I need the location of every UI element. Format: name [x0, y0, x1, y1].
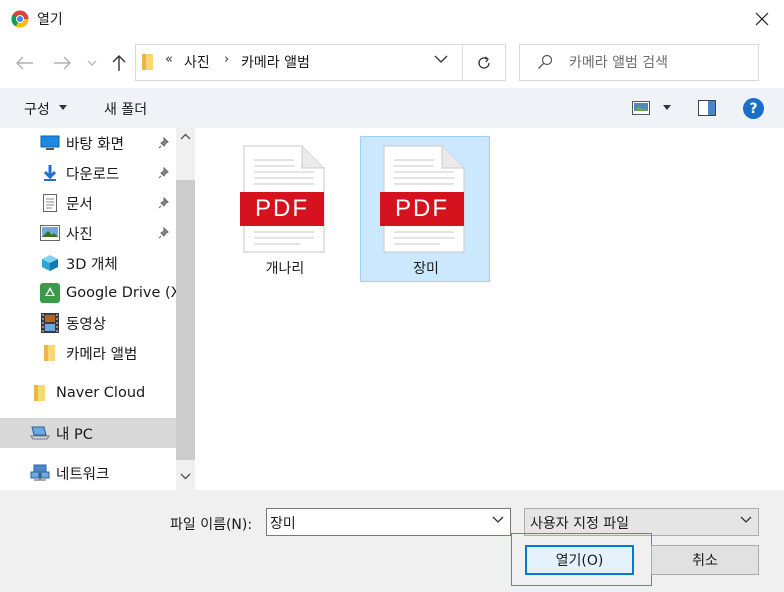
- close-button[interactable]: [740, 0, 784, 38]
- organize-menu[interactable]: 구성: [24, 99, 50, 119]
- view-dropdown-icon[interactable]: [663, 105, 671, 110]
- title-bar: 열기: [0, 0, 784, 38]
- sidebar-item-this-pc[interactable]: 내 PC: [0, 418, 176, 448]
- filename-value[interactable]: 장미: [270, 513, 296, 533]
- pdf-file-icon: PDF: [380, 145, 465, 253]
- pdf-file-icon: PDF: [240, 145, 325, 253]
- breadcrumb-item[interactable]: 카메라 앨범: [241, 52, 310, 72]
- search-placeholder: 카메라 앨범 검색: [569, 55, 669, 71]
- breadcrumb-separator[interactable]: ›: [224, 52, 229, 67]
- breadcrumb-item[interactable]: 사진: [184, 52, 210, 72]
- file-item[interactable]: PDF 장미: [360, 136, 490, 282]
- sidebar-item-camera-roll[interactable]: 카메라 앨범: [0, 338, 176, 368]
- sidebar-item-pictures[interactable]: 사진: [0, 218, 176, 248]
- scrollbar-thumb[interactable]: [176, 180, 195, 460]
- folder-icon: [30, 383, 50, 403]
- new-folder-button[interactable]: 새 폴더: [104, 99, 147, 119]
- open-button[interactable]: 열기(O): [525, 545, 634, 575]
- refresh-icon: [478, 55, 490, 69]
- folder-icon: [40, 343, 60, 363]
- sidebar-item-label: 카메라 앨범: [66, 346, 138, 363]
- sidebar-item-label: Naver Cloud: [56, 385, 146, 401]
- 3d-objects-icon: [40, 253, 60, 273]
- sidebar-item-naver-cloud[interactable]: Naver Cloud: [0, 378, 176, 408]
- sidebar-item-label: Google Drive (X: [66, 285, 176, 301]
- chevron-down-icon: [87, 60, 97, 66]
- navigation-pane: 바탕 화면 다운로드 문서 사진 3D 개체 Google Drive (X 동…: [0, 128, 195, 490]
- view-icon[interactable]: [632, 101, 650, 115]
- google-drive-icon: [40, 283, 60, 303]
- folder-icon: [142, 54, 153, 70]
- sidebar-item-label: 문서: [66, 196, 93, 213]
- file-name: 장미: [413, 261, 439, 277]
- up-button[interactable]: [107, 51, 131, 75]
- arrow-left-icon: [16, 56, 33, 70]
- window-title: 열기: [37, 12, 63, 28]
- help-icon[interactable]: ?: [743, 98, 764, 119]
- chrome-icon: [11, 10, 29, 28]
- file-type-value[interactable]: 사용자 지정 파일: [530, 513, 629, 533]
- scroll-down-icon[interactable]: [180, 473, 191, 480]
- pin-icon[interactable]: [158, 227, 170, 239]
- breadcrumb-overflow[interactable]: «: [165, 52, 173, 67]
- sidebar-item-network[interactable]: 네트워크: [0, 458, 176, 488]
- chevron-down-icon[interactable]: [492, 516, 504, 524]
- scroll-up-icon[interactable]: [180, 133, 191, 140]
- download-icon: [40, 163, 60, 183]
- pin-icon[interactable]: [158, 137, 170, 149]
- preview-pane-icon[interactable]: [698, 100, 716, 116]
- file-item[interactable]: PDF 개나리: [220, 136, 350, 282]
- dialog-footer: [0, 490, 784, 592]
- filename-label: 파일 이름(N):: [170, 517, 253, 533]
- filename-input[interactable]: [266, 508, 511, 536]
- computer-icon: [30, 423, 50, 443]
- sidebar-item-label: 바탕 화면: [66, 136, 124, 153]
- cancel-button[interactable]: 취소: [651, 545, 759, 575]
- sidebar-item-3d-objects[interactable]: 3D 개체: [0, 248, 176, 278]
- sidebar-item-documents[interactable]: 문서: [0, 188, 176, 218]
- sidebar-item-downloads[interactable]: 다운로드: [0, 158, 176, 188]
- sidebar-item-label: 내 PC: [56, 426, 93, 443]
- dropdown-arrow-icon[interactable]: [59, 105, 67, 110]
- pictures-icon: [40, 223, 60, 243]
- forward-button[interactable]: [50, 51, 74, 75]
- sidebar-item-label: 동영상: [66, 316, 107, 333]
- chevron-down-icon[interactable]: [740, 516, 752, 524]
- document-icon: [40, 193, 60, 213]
- sidebar-item-google-drive[interactable]: Google Drive (X: [0, 278, 176, 308]
- desktop-icon: [40, 133, 60, 153]
- file-list: PDF 개나리 PDF 장미: [195, 128, 784, 490]
- file-name: 개나리: [265, 261, 305, 277]
- network-icon: [30, 463, 50, 483]
- refresh-button[interactable]: [463, 44, 506, 81]
- sidebar-item-desktop[interactable]: 바탕 화면: [0, 128, 176, 158]
- pin-icon[interactable]: [158, 167, 170, 179]
- video-icon: [40, 313, 60, 333]
- recent-locations-button[interactable]: [83, 51, 101, 75]
- sidebar-item-videos[interactable]: 동영상: [0, 308, 176, 338]
- pdf-type-label: PDF: [395, 195, 449, 222]
- pdf-type-label: PDF: [255, 195, 309, 222]
- search-icon: [538, 54, 553, 69]
- back-button[interactable]: [13, 51, 37, 75]
- sidebar-item-label: 다운로드: [66, 166, 120, 183]
- arrow-up-icon: [112, 55, 126, 71]
- sidebar-item-label: 3D 개체: [66, 256, 118, 273]
- chevron-down-icon[interactable]: [434, 54, 448, 64]
- arrow-right-icon: [54, 56, 71, 70]
- sidebar-item-label: 네트워크: [56, 466, 110, 483]
- sidebar-item-label: 사진: [66, 226, 93, 243]
- pin-icon[interactable]: [158, 197, 170, 209]
- close-icon: [755, 12, 769, 26]
